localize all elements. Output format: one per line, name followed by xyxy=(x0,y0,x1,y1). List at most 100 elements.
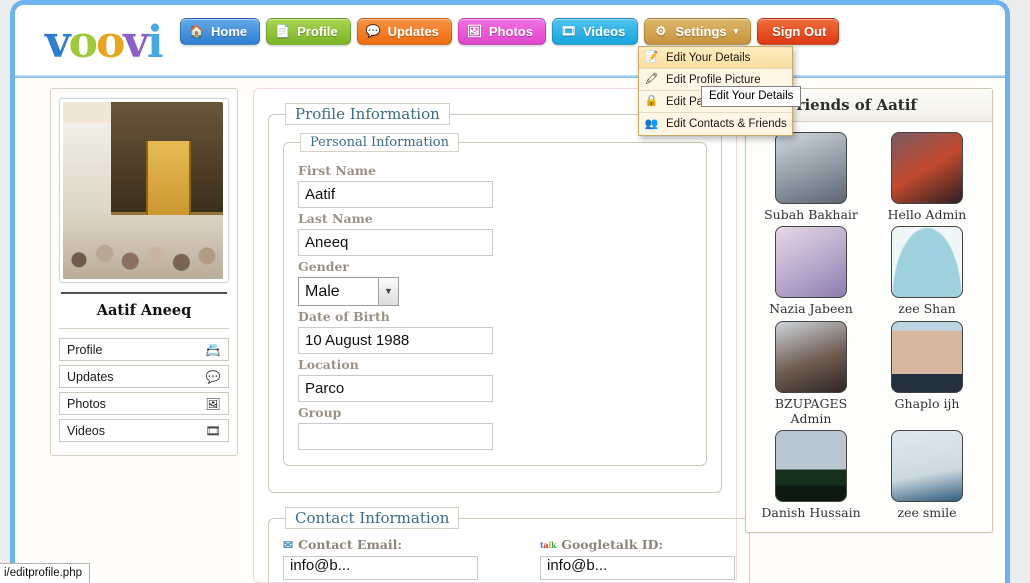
profile-form-panel: Profile Information Personal Information… xyxy=(253,88,750,583)
friend-name: zee smile xyxy=(897,505,957,520)
film-icon: 🎞 xyxy=(205,423,221,438)
first-name-field[interactable]: Aatif xyxy=(298,181,493,208)
nav-label-profile: Profile xyxy=(297,24,338,39)
nav-item-settings[interactable]: ⚙ Settings ▾ xyxy=(644,18,752,45)
nav-label-videos: Videos xyxy=(582,24,626,39)
friend-avatar xyxy=(775,226,847,299)
personal-information-legend: Personal Information xyxy=(300,133,460,152)
film-icon: 🎞 xyxy=(560,24,577,38)
nav-label-settings: Settings xyxy=(675,24,727,39)
group-label: Group xyxy=(298,405,342,420)
friend-item[interactable]: zee smile xyxy=(874,430,980,520)
avatar xyxy=(63,102,223,279)
sidebar-label-videos: Videos xyxy=(67,423,105,438)
sidebar-item-updates[interactable]: Updates 💬 xyxy=(59,365,229,388)
friend-avatar xyxy=(891,320,963,393)
menu-label-1: Edit Profile Picture xyxy=(666,73,761,86)
profile-information-fieldset: Profile Information Personal Information… xyxy=(268,103,722,493)
sidebar-item-videos[interactable]: Videos 🎞 xyxy=(59,419,229,442)
contact-row: ✉ Contact Email: info@b... talk Googleta… xyxy=(283,537,735,580)
picture-icon: 🖼 xyxy=(466,24,482,38)
chevron-down-icon: ▾ xyxy=(733,26,739,36)
gtalk-group: talk Googletalk ID: info@b... xyxy=(540,537,735,580)
menu-item-edit-contacts-friends[interactable]: 👥 Edit Contacts & Friends xyxy=(639,113,792,135)
chevron-down-icon: ▼ xyxy=(378,278,398,305)
chat-bubbles-icon: 💬 xyxy=(365,24,381,38)
contact-email-label-text: Contact Email: xyxy=(298,537,403,552)
page-columns: Aatif Aneeq Profile 📇 Updates 💬 Photos 🖼 xyxy=(15,81,1005,583)
sidebar-label-profile: Profile xyxy=(67,342,103,357)
logo-letter-3: o xyxy=(95,17,125,68)
friend-item[interactable]: BZUPAGES Admin xyxy=(758,320,864,427)
nav-item-updates[interactable]: 💬 Updates xyxy=(356,18,452,45)
logo-letter-2: o xyxy=(68,17,98,68)
gender-selected-value: Male xyxy=(305,283,340,300)
sidebar-menu: Profile 📇 Updates 💬 Photos 🖼 Videos 🎞 xyxy=(59,329,229,442)
menu-label-3: Edit Contacts & Friends xyxy=(666,118,787,130)
main-content: Profile Information Personal Information… xyxy=(243,81,750,583)
contact-email-group: ✉ Contact Email: info@b... xyxy=(283,537,478,580)
contact-email-label: ✉ Contact Email: xyxy=(283,537,478,552)
nav-item-sign-out[interactable]: Sign Out xyxy=(757,18,840,45)
avatar-crowd-shape xyxy=(63,215,223,279)
date-of-birth-label: Date of Birth xyxy=(298,309,390,324)
friend-item[interactable]: Nazia Jabeen xyxy=(758,226,864,316)
chat-bubbles-icon: 💬 xyxy=(205,369,221,384)
nav-label-signout: Sign Out xyxy=(772,24,827,39)
page-inner: voovi 🏠 Home 📄 Profile 💬 Updates 🖼 Photo… xyxy=(15,5,1005,583)
sidebar-item-profile[interactable]: Profile 📇 xyxy=(59,338,229,361)
nav-label-photos: Photos xyxy=(488,24,533,39)
friend-avatar xyxy=(891,132,963,204)
friend-avatar xyxy=(775,430,847,502)
menu-item-edit-your-details[interactable]: 📝 Edit Your Details xyxy=(639,47,792,69)
friend-item[interactable]: Hello Admin xyxy=(874,132,980,222)
avatar-building-shape xyxy=(63,123,111,226)
location-label: Location xyxy=(298,357,359,372)
friend-name: zee Shan xyxy=(898,301,956,317)
friend-item[interactable]: Danish Hussain xyxy=(758,430,864,520)
date-of-birth-field[interactable]: 10 August 1988 xyxy=(298,327,493,354)
profile-card: Aatif Aneeq Profile 📇 Updates 💬 Photos 🖼 xyxy=(50,88,238,456)
nav-label-updates: Updates xyxy=(387,24,439,39)
nav-item-photos[interactable]: 🖼 Photos xyxy=(457,18,546,45)
location-field[interactable]: Parco xyxy=(298,375,493,402)
header-divider xyxy=(15,75,1005,78)
nav-item-home[interactable]: 🏠 Home xyxy=(180,18,261,45)
friend-avatar xyxy=(891,430,963,502)
edit-picture-icon: 🖍 xyxy=(644,73,659,85)
lock-icon: 🔒 xyxy=(644,95,659,107)
browser-status-bar: i/editprofile.php xyxy=(0,563,90,583)
friend-name: Hello Admin xyxy=(887,207,967,222)
profile-information-legend: Profile Information xyxy=(285,103,450,125)
gtalk-field[interactable]: info@b... xyxy=(540,556,735,580)
contact-email-field[interactable]: info@b... xyxy=(283,556,478,580)
friend-name: BZUPAGES Admin xyxy=(774,395,848,426)
home-icon: 🏠 xyxy=(189,24,204,38)
avatar-frame[interactable] xyxy=(59,98,229,283)
gender-select[interactable]: Male ▼ xyxy=(298,277,399,306)
contact-card-icon: 📄 xyxy=(275,24,291,38)
gender-label: Gender xyxy=(298,259,349,274)
last-name-field[interactable]: Aneeq xyxy=(298,229,493,256)
profile-user-name: Aatif Aneeq xyxy=(59,294,229,329)
friend-item[interactable]: Ghaplo ijh xyxy=(874,320,980,427)
contact-information-legend: Contact Information xyxy=(285,507,460,529)
browser-page-frame: voovi 🏠 Home 📄 Profile 💬 Updates 🖼 Photo… xyxy=(10,0,1010,583)
nav-item-videos[interactable]: 🎞 Videos xyxy=(551,18,639,45)
logo-letter-1: v xyxy=(45,17,71,68)
gear-icon: ⚙ xyxy=(655,24,667,38)
sidebar-label-photos: Photos xyxy=(67,396,106,411)
friend-item[interactable]: zee Shan xyxy=(874,226,980,316)
gtalk-label-text: Googletalk ID: xyxy=(561,537,664,552)
site-logo[interactable]: voovi xyxy=(45,21,164,65)
edit-details-icon: 📝 xyxy=(644,51,659,63)
friends-panel: 👪 Friends of Aatif Subah Bakhair Hello A… xyxy=(745,88,993,534)
friend-name: Nazia Jabeen xyxy=(769,301,853,317)
nav-item-profile[interactable]: 📄 Profile xyxy=(266,18,351,45)
right-sidebar: 👪 Friends of Aatif Subah Bakhair Hello A… xyxy=(745,81,1005,583)
friend-item[interactable]: Subah Bakhair xyxy=(758,132,864,222)
group-field[interactable] xyxy=(298,423,493,450)
sidebar-item-photos[interactable]: Photos 🖼 xyxy=(59,392,229,415)
menu-label-0: Edit Your Details xyxy=(666,51,751,64)
contact-information-fieldset: Contact Information ✉ Contact Email: inf… xyxy=(268,507,750,583)
